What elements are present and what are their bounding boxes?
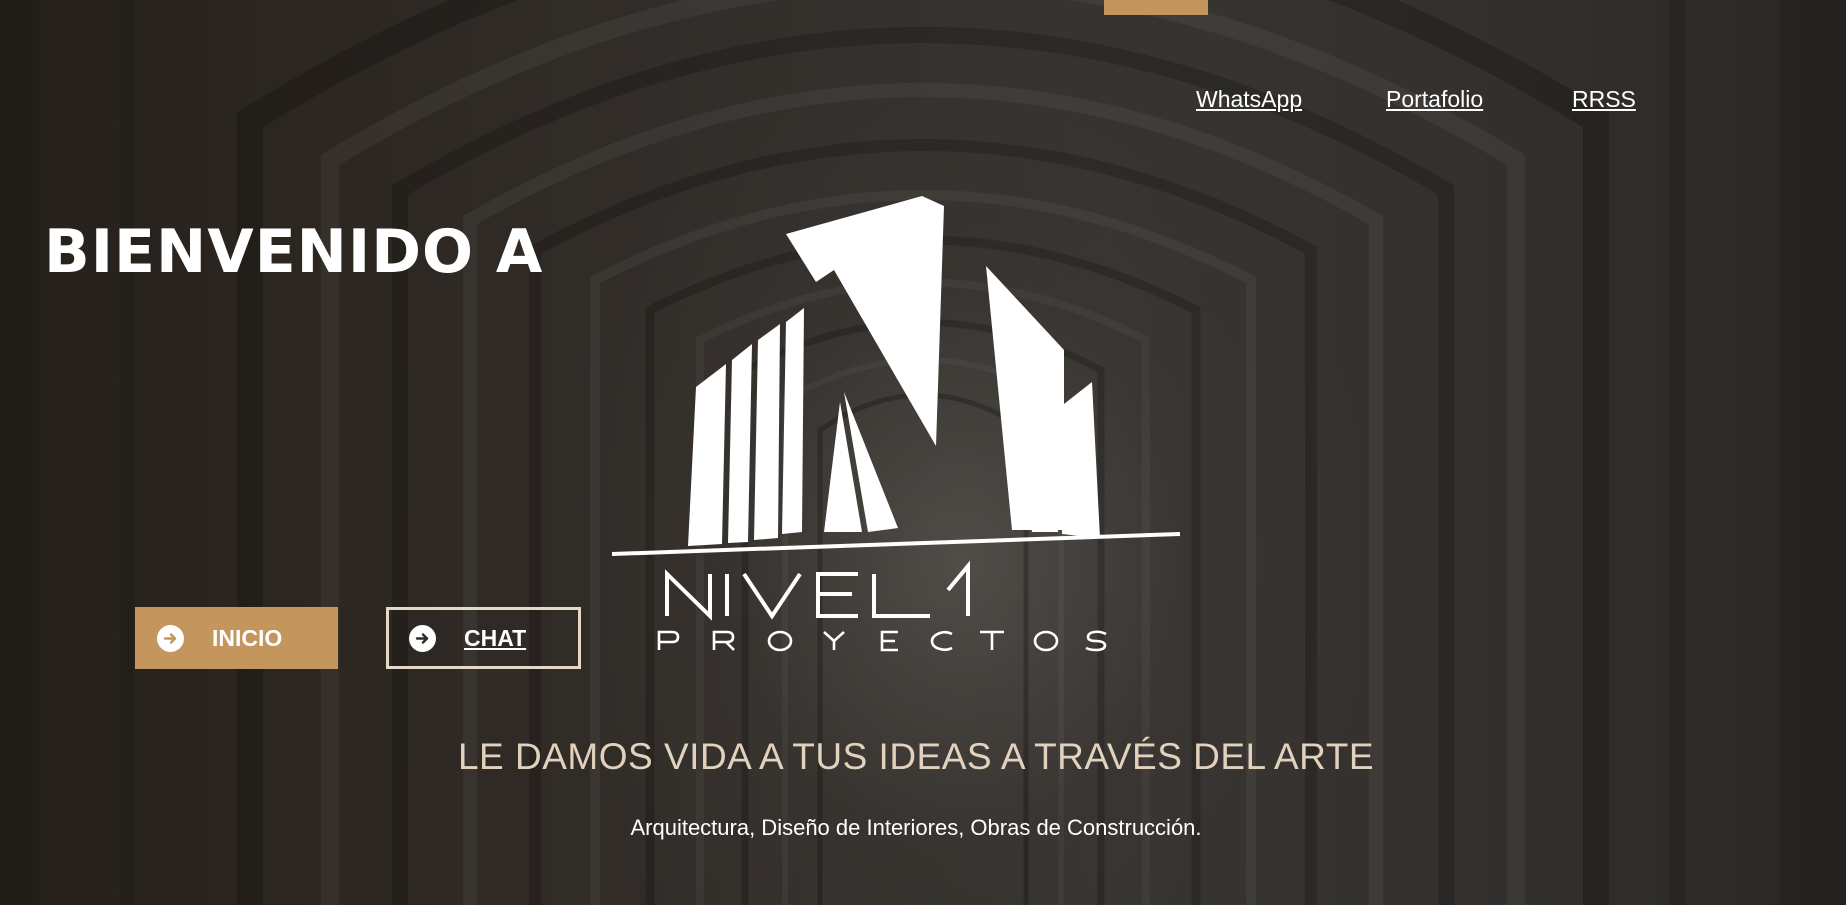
inicio-button-label: INICIO	[212, 624, 283, 651]
hero-section: WhatsApp Portafolio RRSS BIENVENIDO A IN…	[0, 0, 1846, 905]
buildings-logo-icon	[612, 196, 1180, 652]
top-accent-bar	[1104, 0, 1208, 15]
tagline: LE DAMOS VIDA A TUS IDEAS A TRAVÉS DEL A…	[457, 736, 1375, 777]
arrow-right-circle-icon	[409, 624, 436, 652]
services-subtitle: Arquitectura, Diseño de Interiores, Obra…	[630, 815, 1202, 840]
arrow-right-circle-icon	[157, 624, 184, 652]
nav-link-portafolio[interactable]: Portafolio	[1386, 86, 1483, 113]
chat-button-label: CHAT	[464, 624, 527, 651]
nav-link-rrss[interactable]: RRSS	[1572, 86, 1636, 113]
page-title: BIENVENIDO A	[44, 217, 544, 287]
inicio-button[interactable]: INICIO	[135, 607, 338, 669]
nav-link-whatsapp[interactable]: WhatsApp	[1196, 86, 1302, 113]
chat-button[interactable]: CHAT	[386, 607, 581, 669]
